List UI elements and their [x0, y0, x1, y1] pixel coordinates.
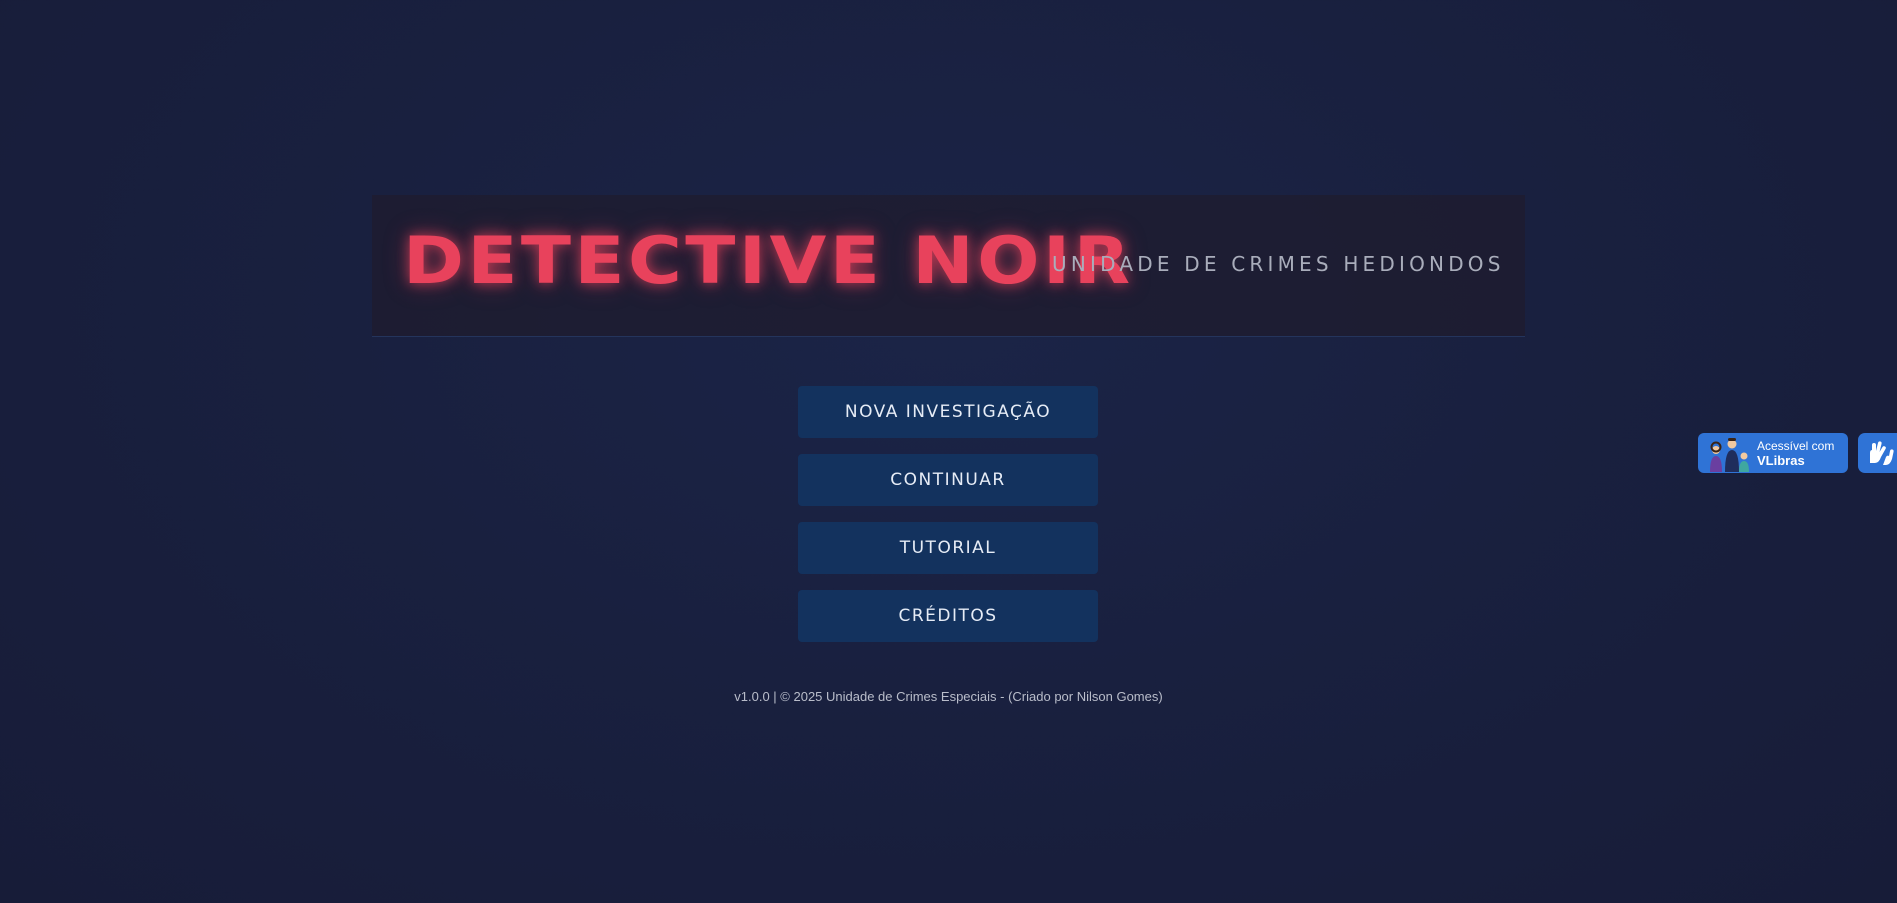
tutorial-button[interactable]: TUTORIAL — [798, 522, 1098, 574]
vlibras-badge-line2: VLibras — [1757, 453, 1805, 468]
hands-icon — [1870, 441, 1894, 465]
new-investigation-button[interactable]: NOVA INVESTIGAÇÃO — [798, 386, 1098, 438]
vlibras-badge[interactable]: Acessível com VLibras — [1698, 433, 1848, 473]
continue-button[interactable]: CONTINUAR — [798, 454, 1098, 506]
footer-version-text: v1.0.0 | © 2025 Unidade de Crimes Especi… — [734, 689, 1163, 704]
vlibras-badge-line1: Acessível com — [1757, 439, 1835, 453]
main-menu: NOVA INVESTIGAÇÃO CONTINUAR TUTORIAL CRÉ… — [798, 386, 1098, 658]
credits-button[interactable]: CRÉDITOS — [798, 590, 1098, 642]
people-icon — [1710, 438, 1749, 472]
game-title: DETECTIVE NOIR — [403, 224, 1134, 299]
vlibras-toggle-button[interactable] — [1858, 433, 1897, 473]
game-subtitle: UNIDADE DE CRIMES HEDIONDOS — [1052, 252, 1505, 276]
